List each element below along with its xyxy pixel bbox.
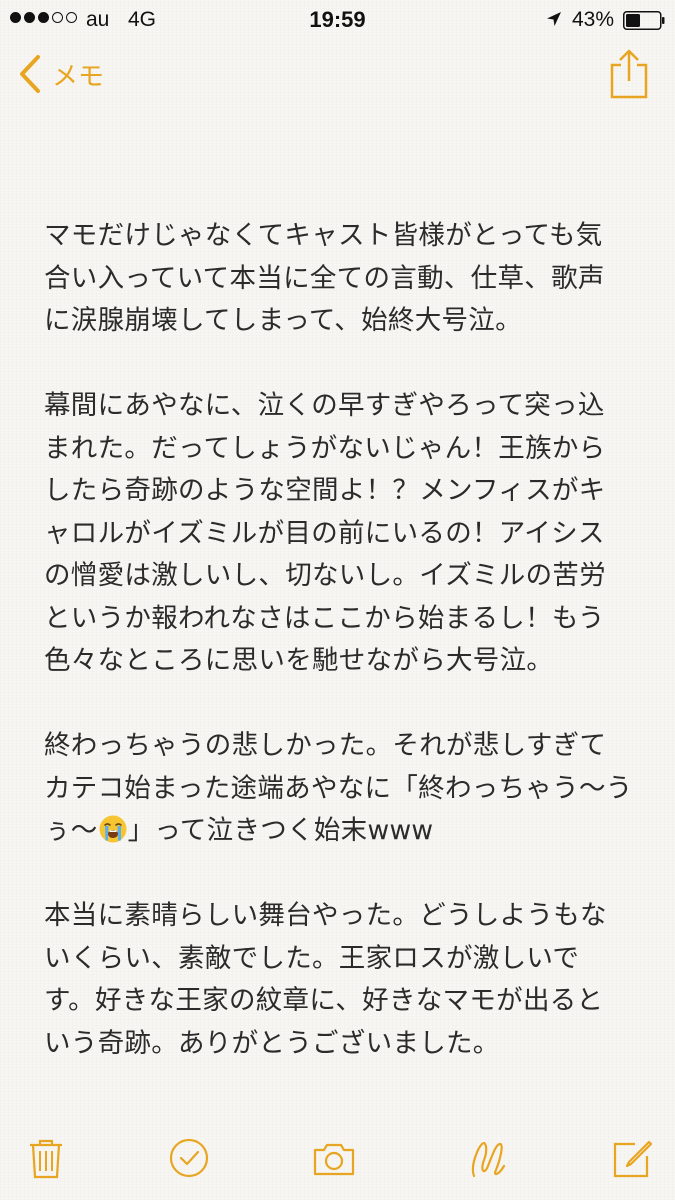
status-bar: au 4G 19:59 43% xyxy=(0,0,675,40)
checklist-button[interactable] xyxy=(167,1136,211,1180)
camera-button[interactable] xyxy=(312,1136,356,1180)
trash-icon xyxy=(30,1139,62,1179)
delete-button[interactable] xyxy=(24,1136,68,1180)
battery-icon xyxy=(623,11,665,30)
camera-icon xyxy=(313,1143,355,1176)
back-button[interactable]: メモ xyxy=(18,52,104,96)
share-button[interactable] xyxy=(608,48,650,100)
loudly-crying-face-icon xyxy=(99,815,127,843)
note-line: カテコ始まった途端あやなに「終わっちゃう〜う xyxy=(44,772,633,804)
share-icon xyxy=(610,49,648,99)
note-paragraph: 幕間にあやなに、泣くの早すぎやろって突っ込 まれた。だってしょうがないじゃん！王… xyxy=(44,390,607,676)
note-paragraph: 終わっちゃうの悲しかった。それが悲しすぎて カテコ始まった途端あやなに「終わっち… xyxy=(44,725,644,853)
note-body[interactable]: マモだけじゃなくてキャスト皆様がとっても気 合い入っていて本当に全ての言動、仕草… xyxy=(44,215,644,1108)
note-line-part: ぅ〜 xyxy=(44,815,98,846)
note-paragraph: マモだけじゃなくてキャスト皆様がとっても気 合い入っていて本当に全ての言動、仕草… xyxy=(44,220,605,336)
chevron-left-icon xyxy=(20,55,40,93)
sketch-button[interactable] xyxy=(466,1136,510,1180)
back-label: メモ xyxy=(52,61,105,92)
compose-button[interactable] xyxy=(611,1136,655,1180)
note-line: 終わっちゃうの悲しかった。それが悲しすぎて xyxy=(44,730,607,761)
location-arrow-icon xyxy=(547,12,561,26)
checklist-icon xyxy=(169,1138,209,1178)
bottom-toolbar xyxy=(0,1128,675,1188)
note-paragraph: 本当に素晴らしい舞台やった。どうしようもな いくらい、素敵でした。王家ロスが激し… xyxy=(44,900,607,1059)
note-line-part: 」って泣きつく始末www xyxy=(127,815,434,846)
battery-percent: 43% xyxy=(572,8,615,31)
compose-icon xyxy=(613,1140,653,1178)
sketch-icon xyxy=(471,1142,506,1178)
